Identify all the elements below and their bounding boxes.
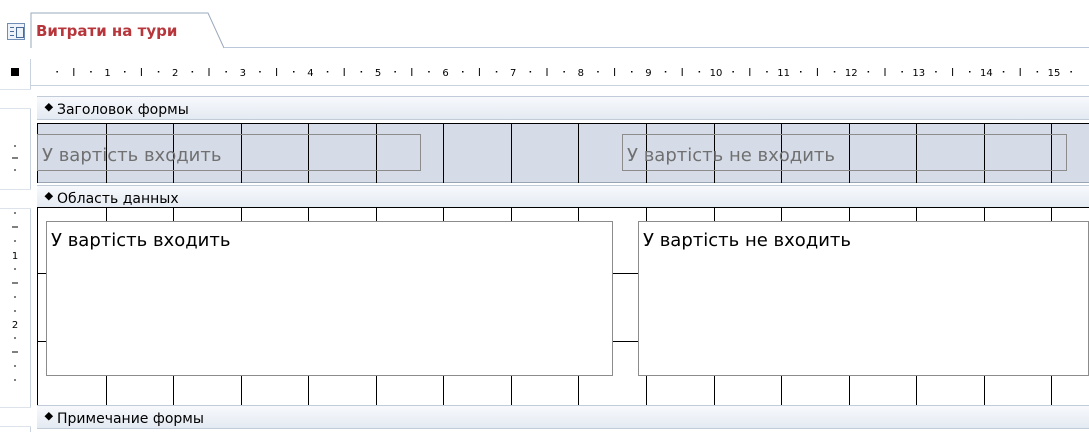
ruler-dot (293, 71, 295, 73)
form-icon[interactable] (7, 23, 25, 40)
ruler-dot (732, 71, 734, 73)
ruler-tick-label: 2 (172, 68, 178, 79)
section-bar-form-header[interactable]: ⯁ Заголовок формы (37, 96, 1089, 120)
ruler-tick-label: 4 (307, 68, 313, 79)
grid-line (443, 123, 444, 183)
header-label-not-included-text: У вартість не входить (627, 145, 836, 166)
section-label-form-footer: Примечание формы (57, 411, 204, 427)
section-arrow-icon: ⯁ (44, 410, 54, 424)
vertical-ruler[interactable]: 12 (0, 86, 31, 432)
ruler-tick-label: 3 (240, 68, 246, 79)
detail-textbox-not-included[interactable]: У вартість не входить (638, 221, 1089, 376)
ruler-dot (1002, 71, 1005, 73)
section-label-detail: Область данных (57, 191, 179, 207)
ruler-dot (529, 71, 532, 73)
detail-textbox-not-included-text: У вартість не входить (643, 230, 852, 251)
ruler-dot (462, 71, 464, 73)
form-selector-icon[interactable] (11, 68, 19, 76)
vertical-ruler-detail-bar-gap (0, 189, 31, 209)
vertical-ruler-footer-bar-gap (0, 407, 31, 427)
ruler-tick-label: 7 (510, 68, 516, 79)
ruler-dot (766, 71, 768, 73)
ruler-tick-label: 13 (912, 68, 925, 79)
ruler-tick-label: 2 (12, 320, 18, 331)
grid-line (578, 123, 579, 183)
form-header-area[interactable]: У вартість входить У вартість не входить (37, 123, 1089, 183)
tab-strip-divider (224, 47, 1089, 48)
vertical-ruler-marks: 12 (12, 145, 18, 381)
ruler-dot (833, 71, 836, 73)
ruler-dot (124, 71, 126, 73)
ruler-dot (394, 71, 396, 73)
grid-line (37, 207, 1089, 208)
ruler-tick-label: 1 (104, 68, 110, 79)
ruler-tick-label: 5 (375, 68, 381, 79)
grid-line (37, 207, 38, 407)
horizontal-ruler[interactable]: 1 2 3 4 5 6 7 8 9 10 11 12 13 14 15 (31, 59, 1089, 86)
ruler-dot (157, 71, 160, 73)
ruler-dot (631, 71, 633, 73)
ruler-tick-label: 8 (578, 68, 584, 79)
ruler-tick-label: 15 (1048, 68, 1061, 79)
ruler-dot (800, 71, 802, 73)
ruler-dot (326, 71, 329, 73)
ruler-dot (664, 71, 667, 73)
ruler-dot (225, 71, 227, 73)
ruler-dot (867, 71, 870, 73)
ruler-dot (1070, 71, 1072, 73)
ruler-dot (360, 71, 363, 73)
ruler-tick-label: 9 (645, 68, 651, 79)
ruler-dot (563, 71, 565, 73)
detail-area[interactable]: У вартість входить У вартість не входить (37, 207, 1089, 407)
header-label-included-text: У вартість входить (42, 145, 222, 166)
ruler-dot (259, 71, 261, 73)
ruler-dot (191, 71, 194, 73)
ruler-dot (935, 71, 937, 73)
ruler-tick-label: 12 (845, 68, 858, 79)
ruler-dot (901, 71, 903, 73)
document-tab-strip: Витрати на тури (0, 0, 1089, 58)
ruler-dot (1036, 71, 1039, 73)
ruler-tick-label: 14 (980, 68, 993, 79)
section-bar-detail[interactable]: ⯁ Область данных (37, 185, 1089, 209)
section-arrow-icon: ⯁ (44, 190, 54, 204)
header-label-not-included[interactable]: У вартість не входить (622, 134, 1067, 171)
section-bar-form-footer[interactable]: ⯁ Примечание формы (37, 405, 1089, 429)
ruler-dot (597, 71, 599, 73)
form-design-canvas[interactable]: ⯁ Заголовок формы У вартість входить У в… (37, 86, 1089, 432)
ruler-dot (428, 71, 430, 73)
grid-line (511, 123, 512, 183)
ruler-dot (698, 71, 701, 73)
ruler-tick-label: 10 (710, 68, 723, 79)
ruler-dot (969, 71, 971, 73)
section-arrow-icon: ⯁ (44, 101, 54, 115)
tab-title[interactable]: Витрати на тури (36, 22, 177, 40)
horizontal-ruler-marks: 1 2 3 4 5 6 7 8 9 10 11 12 13 14 15 (56, 68, 1072, 79)
detail-textbox-included-text: У вартість входить (51, 230, 231, 251)
ruler-dot (90, 71, 92, 73)
ruler-tick-label: 6 (442, 68, 448, 79)
ruler-dot (56, 71, 58, 73)
ruler-dot (495, 71, 498, 73)
vertical-ruler-header-bar-gap (0, 89, 31, 109)
ruler-tick-label: 1 (12, 251, 18, 262)
detail-textbox-included[interactable]: У вартість входить (46, 221, 613, 376)
ruler-tick-label: 11 (777, 68, 790, 79)
section-label-form-header: Заголовок формы (57, 102, 189, 118)
grid-line (37, 123, 1089, 124)
header-label-included[interactable]: У вартість входить (37, 134, 421, 171)
